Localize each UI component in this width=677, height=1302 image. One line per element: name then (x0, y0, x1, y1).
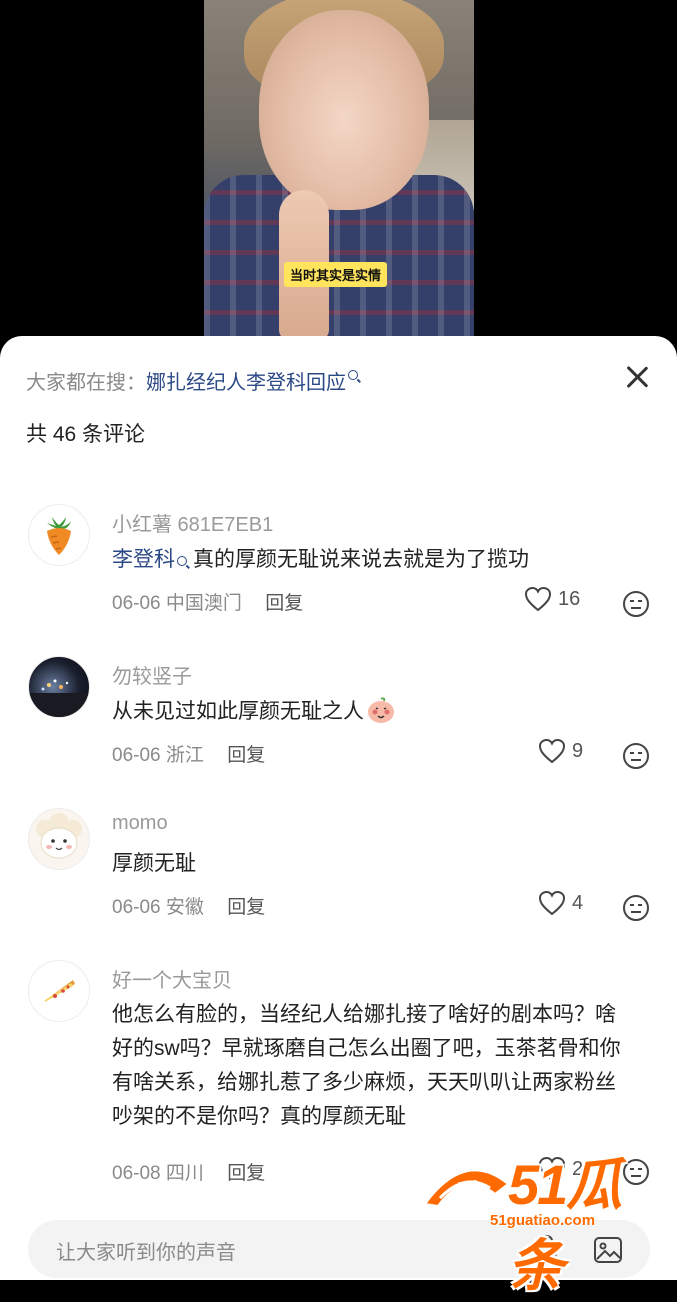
heart-icon (524, 586, 552, 612)
carrot-icon (47, 517, 71, 555)
dislike-face-icon[interactable] (622, 1158, 650, 1186)
blush-face-emoji-icon (368, 697, 394, 723)
like-count: 9 (572, 739, 584, 762)
comment-location: 四川 (165, 1163, 204, 1184)
like-count: 4 (572, 891, 584, 914)
comment-date: 06-06 (112, 593, 161, 614)
comment-location: 中国澳门 (165, 593, 242, 614)
comment-input[interactable]: 让大家听到你的声音 (28, 1220, 650, 1278)
comment-date: 06-08 (112, 1163, 161, 1184)
comment-body: 从未见过如此厚颜无耻之人 (112, 700, 364, 723)
night-city-avatar (29, 679, 89, 717)
comment-text: 他怎么有脸的，当经纪人给娜扎接了啥好的剧本吗？啥好的sw吗？早就琢磨自己怎么出圈… (112, 998, 632, 1134)
comment-location: 浙江 (165, 745, 204, 766)
comment-meta: 06-06 浙江 回复 (112, 740, 265, 767)
search-icon (348, 370, 358, 380)
reply-button[interactable]: 回复 (227, 745, 265, 766)
sheep-avatar (36, 813, 82, 859)
comment-text: 李登科 真的厚颜无耻说来说去就是为了揽功 (112, 544, 632, 575)
heart-icon (538, 1156, 566, 1182)
comment-body: 他怎么有脸的，当经纪人给娜扎接了啥好的剧本吗？啥好的sw吗？早就琢磨自己怎么出圈… (112, 1003, 621, 1128)
dislike-face-icon[interactable] (622, 742, 650, 770)
comment-meta: 06-06 安徽 回复 (112, 892, 265, 919)
video-area[interactable]: 当时其实是实情 (0, 0, 677, 345)
comment-text: 厚颜无耻 (112, 848, 632, 879)
trending-search-term[interactable]: 娜扎经纪人李登科回应 (146, 366, 346, 395)
trending-search-prefix: 大家都在搜： (26, 371, 146, 394)
comment-username[interactable]: momo (112, 812, 168, 835)
comment-username[interactable]: 勿较竖子 (112, 660, 192, 689)
comment-username[interactable]: 好一个大宝贝 (112, 964, 232, 993)
comment-location: 安徽 (165, 897, 204, 918)
like-button[interactable]: 16 (524, 586, 580, 612)
comment-meta: 06-06 中国澳门 回复 (112, 588, 303, 615)
avatar[interactable] (28, 960, 90, 1022)
comment-username[interactable]: 小红薯 681E7EB1 (112, 508, 273, 537)
mention-link[interactable]: 李登科 (112, 548, 175, 571)
comment-date: 06-06 (112, 897, 161, 918)
like-button[interactable]: 9 (538, 738, 583, 764)
close-button[interactable] (620, 360, 654, 394)
reply-button[interactable]: 回复 (227, 897, 265, 918)
like-count: 2 (572, 1157, 584, 1180)
comment-input-placeholder: 让大家听到你的声音 (56, 1242, 236, 1264)
like-button[interactable]: 2 (538, 1156, 583, 1182)
image-icon[interactable] (593, 1235, 623, 1265)
video-person-face (259, 10, 429, 210)
dislike-face-icon[interactable] (622, 894, 650, 922)
avatar[interactable] (28, 504, 90, 566)
like-button[interactable]: 4 (538, 890, 583, 916)
comment-date: 06-06 (112, 745, 161, 766)
avatar[interactable] (28, 808, 90, 870)
comments-sheet: 大家都在搜： 娜扎经纪人李登科回应 共 46 条评论 小红薯 681E7EB1 … (0, 336, 677, 1280)
reply-button[interactable]: 回复 (265, 593, 303, 614)
dislike-face-icon[interactable] (622, 590, 650, 618)
like-count: 16 (558, 587, 581, 610)
comment-body: 真的厚颜无耻说来说去就是为了揽功 (193, 548, 529, 571)
pizza-icon (43, 980, 75, 1002)
heart-icon (538, 738, 566, 764)
trending-search[interactable]: 大家都在搜： 娜扎经纪人李登科回应 (26, 366, 358, 394)
video-frame[interactable]: 当时其实是实情 (204, 0, 474, 345)
heart-icon (538, 890, 566, 916)
search-icon (177, 556, 187, 566)
reply-button[interactable]: 回复 (227, 1163, 265, 1184)
video-subtitle: 当时其实是实情 (284, 262, 388, 287)
microphone-icon[interactable] (534, 1234, 560, 1266)
comment-meta: 06-08 四川 回复 (112, 1158, 265, 1185)
comment-body: 厚颜无耻 (112, 852, 196, 875)
avatar[interactable] (28, 656, 90, 718)
comment-count: 共 46 条评论 (26, 423, 146, 446)
comment-text: 从未见过如此厚颜无耻之人 (112, 696, 632, 727)
